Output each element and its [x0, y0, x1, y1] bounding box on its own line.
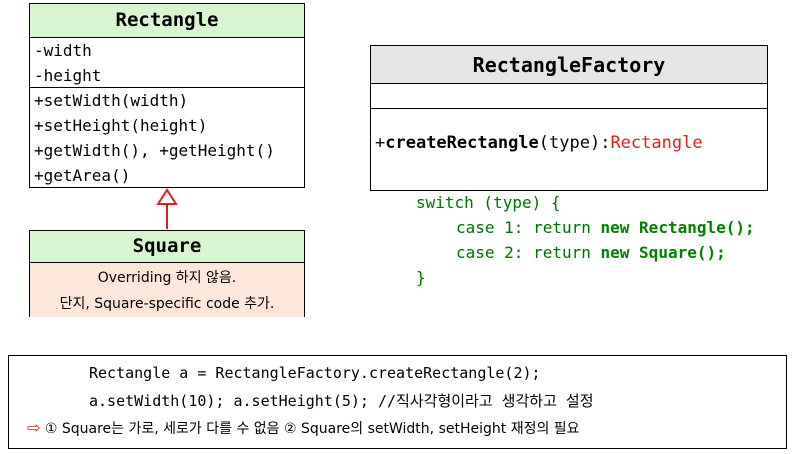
code-line: case 1: return new Rectangle();: [456, 215, 755, 240]
code-line: switch (type) {: [416, 193, 561, 212]
note-code-line: a.setWidth(10); a.setHeight(5); //직사각형이라…: [89, 392, 594, 410]
factory-operations: +createRectangle(type):Rectangle: [371, 108, 767, 191]
code-line: }: [416, 268, 426, 287]
rectangle-class-box: Rectangle -width -height +setWidth(width…: [29, 3, 305, 188]
op-prefix: +: [375, 133, 386, 153]
square-class-box: Square Overriding 하지 않음. 단지, Square-spec…: [29, 230, 305, 317]
square-note-line: 단지, Square-specific code 추가.: [59, 296, 275, 312]
square-note: Overriding 하지 않음. 단지, Square-specific co…: [30, 262, 304, 317]
code-line: case 2: return new Square();: [456, 240, 726, 265]
code-text: case 1: return: [456, 218, 601, 237]
op-return-type: Rectangle: [610, 133, 703, 153]
note-conclusion-text: ① Square는 가로, 세로가 다를 수 없음 ② Square의 setW…: [44, 421, 580, 437]
rectangle-attribute: -height: [34, 66, 102, 85]
square-note-line: Overriding 하지 않음.: [97, 270, 237, 286]
rectangle-operation: +getArea(): [34, 166, 131, 185]
rectangle-class-name: Rectangle: [30, 4, 304, 37]
code-keyword: new: [600, 243, 630, 262]
rectangle-operation: +setWidth(width): [34, 91, 189, 110]
rectangle-attribute: -width: [34, 41, 92, 60]
inheritance-arrow-icon: [156, 188, 178, 229]
example-note-box: Rectangle a = RectangleFactory.createRec…: [8, 355, 787, 449]
rectangle-operations: +setWidth(width) +setHeight(height) +get…: [30, 87, 304, 188]
code-text: case 2: return: [456, 243, 601, 262]
note-conclusion-line: ⇨ ① Square는 가로, 세로가 다를 수 없음 ② Square의 se…: [27, 418, 580, 439]
code-class: Square();: [639, 243, 726, 262]
op-params: (type):: [538, 133, 611, 153]
op-name: createRectangle: [385, 133, 539, 153]
factory-operation: +createRectangle(type):Rectangle: [371, 131, 767, 156]
code-keyword: new: [600, 218, 630, 237]
square-class-name: Square: [30, 231, 304, 262]
code-class: Rectangle();: [639, 218, 755, 237]
factory-attributes: [371, 83, 767, 108]
right-arrow-icon: ⇨: [27, 418, 41, 437]
rectangle-factory-class-box: RectangleFactory +createRectangle(type):…: [370, 45, 768, 191]
note-code-line: Rectangle a = RectangleFactory.createRec…: [89, 364, 541, 382]
rectangle-operation: +setHeight(height): [34, 116, 208, 135]
rectangle-attributes: -width -height: [30, 37, 304, 87]
rectangle-operation: +getWidth(), +getHeight(): [34, 141, 275, 160]
factory-class-name: RectangleFactory: [371, 46, 767, 83]
